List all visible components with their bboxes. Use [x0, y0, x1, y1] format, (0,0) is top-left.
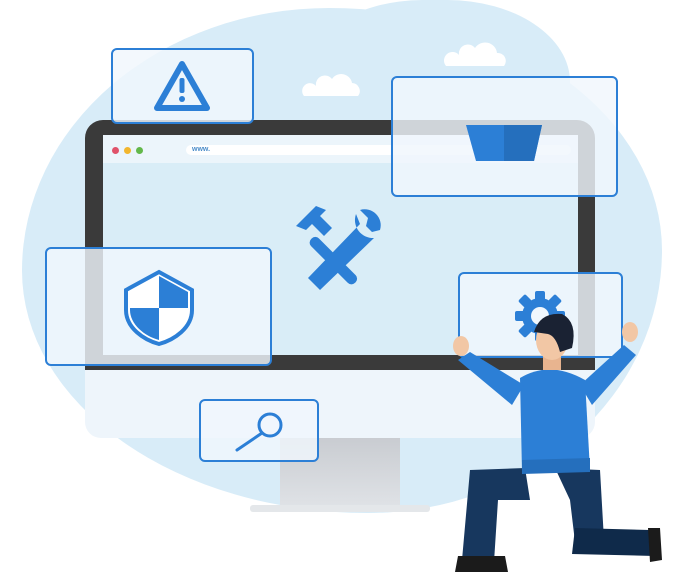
gear-icon: [515, 291, 565, 341]
monitor-chin: [85, 370, 595, 438]
hammer-wrench-icon: [296, 206, 381, 290]
box-icon: [466, 125, 542, 161]
magnifier-icon: [235, 412, 283, 452]
cloud-icon: [302, 74, 360, 96]
window-minimize-dot[interactable]: [124, 147, 131, 154]
shield-icon: [124, 269, 194, 346]
cloud-icon: [443, 42, 506, 66]
monitor-base: [250, 505, 430, 512]
window-close-dot[interactable]: [112, 147, 119, 154]
warning-icon: [154, 61, 210, 111]
window-maximize-dot[interactable]: [136, 147, 143, 154]
